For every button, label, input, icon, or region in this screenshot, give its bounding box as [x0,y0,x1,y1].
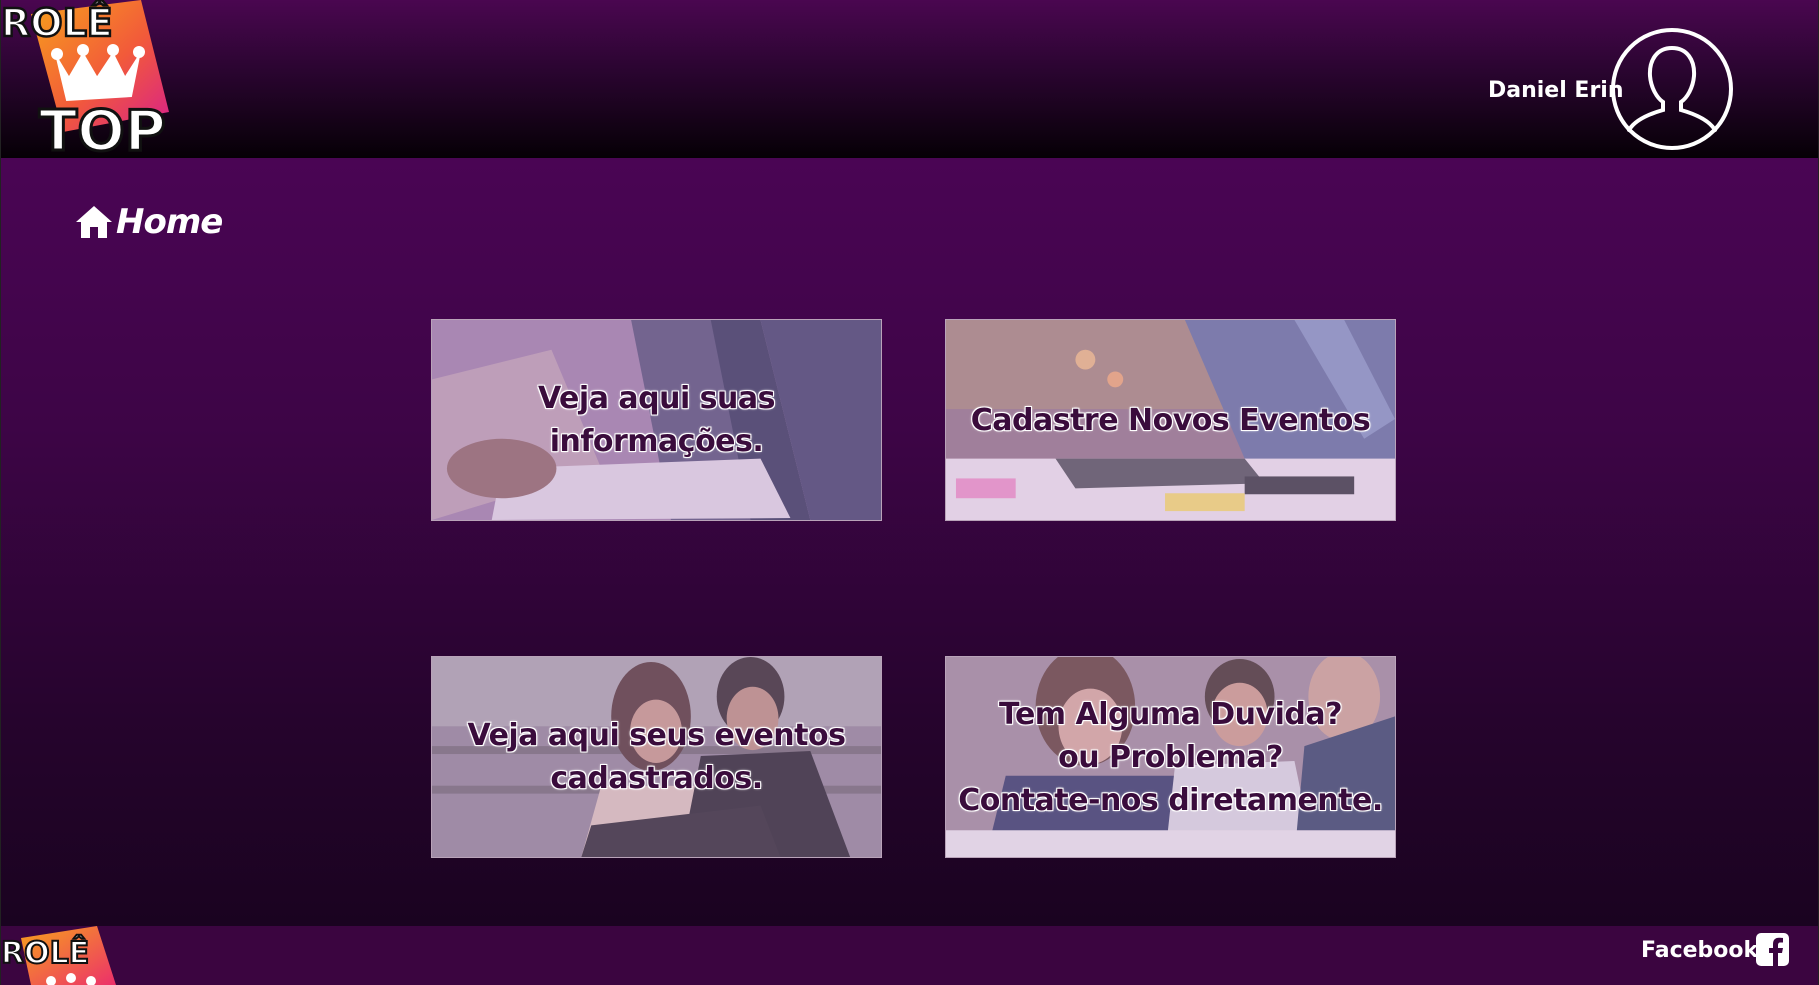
footer-logo-text: ROLÊ [1,935,89,971]
card-register-events-text: Cadastre Novos Eventos [970,402,1371,438]
home-label: Home [116,202,223,242]
card-contact[interactable]: Tem Alguma Duvida? ou Problema? Contate-… [945,656,1396,858]
card-my-events[interactable]: Veja aqui seus eventos cadastrados. [431,656,882,858]
card-my-info[interactable]: Veja aqui suas informações. [431,319,882,521]
page: ROLÊ TOP Daniel Erin Home Veja aqui suas… [0,0,1819,985]
main-content: Home Veja aqui suas informações. Cadastr… [1,158,1818,926]
avatar-icon[interactable] [1609,26,1735,152]
footer-logo[interactable]: ROLÊ [1,926,141,985]
user-name[interactable]: Daniel Erin [1488,78,1624,103]
home-icon [76,206,112,238]
footer: ROLÊ Facebook: [1,926,1818,985]
logo-bottom-text: TOP [39,99,166,158]
facebook-label: Facebook: [1641,938,1767,963]
facebook-icon[interactable] [1756,933,1789,966]
card-register-events[interactable]: Cadastre Novos Eventos [945,319,1396,521]
logo[interactable]: ROLÊ TOP [1,0,221,158]
home-link[interactable]: Home [74,202,223,242]
card-my-events-text: Veja aqui seus eventos cadastrados. [467,718,846,796]
card-contact-text: Tem Alguma Duvida? ou Problema? Contate-… [958,696,1383,818]
card-my-info-text: Veja aqui suas informações. [537,381,776,459]
logo-top-text: ROLÊ [1,1,113,45]
header: ROLÊ TOP Daniel Erin [1,0,1818,158]
